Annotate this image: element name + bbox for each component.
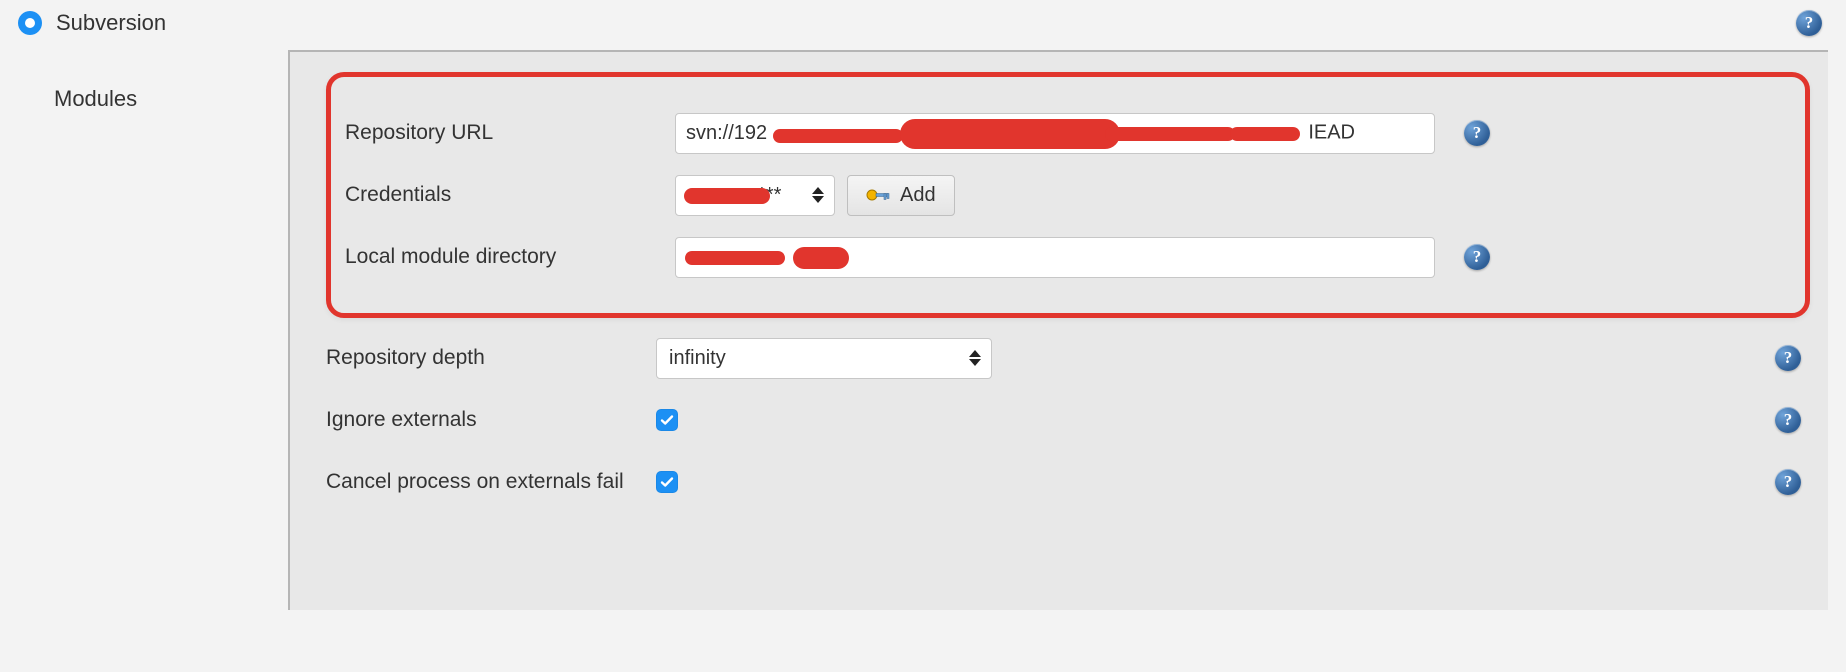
row-repository-url: Repository URL IEAD: [345, 109, 1791, 157]
section-header: Subversion ?: [0, 0, 1846, 50]
row-local-module-directory: Local module directory ?: [345, 233, 1791, 281]
help-icon[interactable]: ?: [1775, 469, 1801, 495]
key-icon: [866, 187, 890, 203]
help-icon[interactable]: ?: [1796, 10, 1822, 36]
repository-depth-label: Repository depth: [326, 346, 656, 370]
credentials-add-button[interactable]: Add: [847, 175, 955, 216]
credentials-selected-text: ***: [688, 184, 781, 207]
local-module-directory-input[interactable]: [675, 237, 1435, 278]
help-icon[interactable]: ?: [1464, 244, 1490, 270]
help-icon[interactable]: ?: [1464, 120, 1490, 146]
chevron-updown-icon: [812, 187, 824, 203]
local-module-directory-label: Local module directory: [345, 245, 675, 269]
credentials-label: Credentials: [345, 183, 675, 207]
cancel-process-on-externals-fail-checkbox[interactable]: [656, 471, 678, 493]
scm-subversion-panel: Subversion ? Modules Repository URL: [0, 0, 1846, 610]
ignore-externals-label: Ignore externals: [326, 408, 656, 432]
chevron-updown-icon: [969, 350, 981, 366]
row-cancel-process-on-externals-fail: Cancel process on externals fail ?: [326, 458, 1810, 506]
repository-url-label: Repository URL: [345, 121, 675, 145]
modules-label: Modules: [18, 50, 288, 610]
repository-depth-select[interactable]: infinity: [656, 338, 992, 379]
row-ignore-externals: Ignore externals ?: [326, 396, 1810, 444]
row-credentials: Credentials ***: [345, 171, 1791, 219]
cancel-process-on-externals-fail-label: Cancel process on externals fail: [326, 470, 656, 494]
ignore-externals-checkbox[interactable]: [656, 409, 678, 431]
add-button-label: Add: [900, 184, 936, 207]
help-icon[interactable]: ?: [1775, 345, 1801, 371]
radio-subversion[interactable]: [18, 11, 42, 35]
repository-depth-selected-text: infinity: [669, 347, 726, 370]
credentials-select[interactable]: ***: [675, 175, 835, 216]
help-icon[interactable]: ?: [1775, 407, 1801, 433]
modules-panel: Repository URL IEAD: [288, 50, 1828, 610]
row-repository-depth: Repository depth infinity ?: [326, 334, 1810, 382]
repository-url-input[interactable]: [675, 113, 1435, 154]
highlight-box: Repository URL IEAD: [326, 72, 1810, 318]
section-title: Subversion: [56, 10, 166, 36]
